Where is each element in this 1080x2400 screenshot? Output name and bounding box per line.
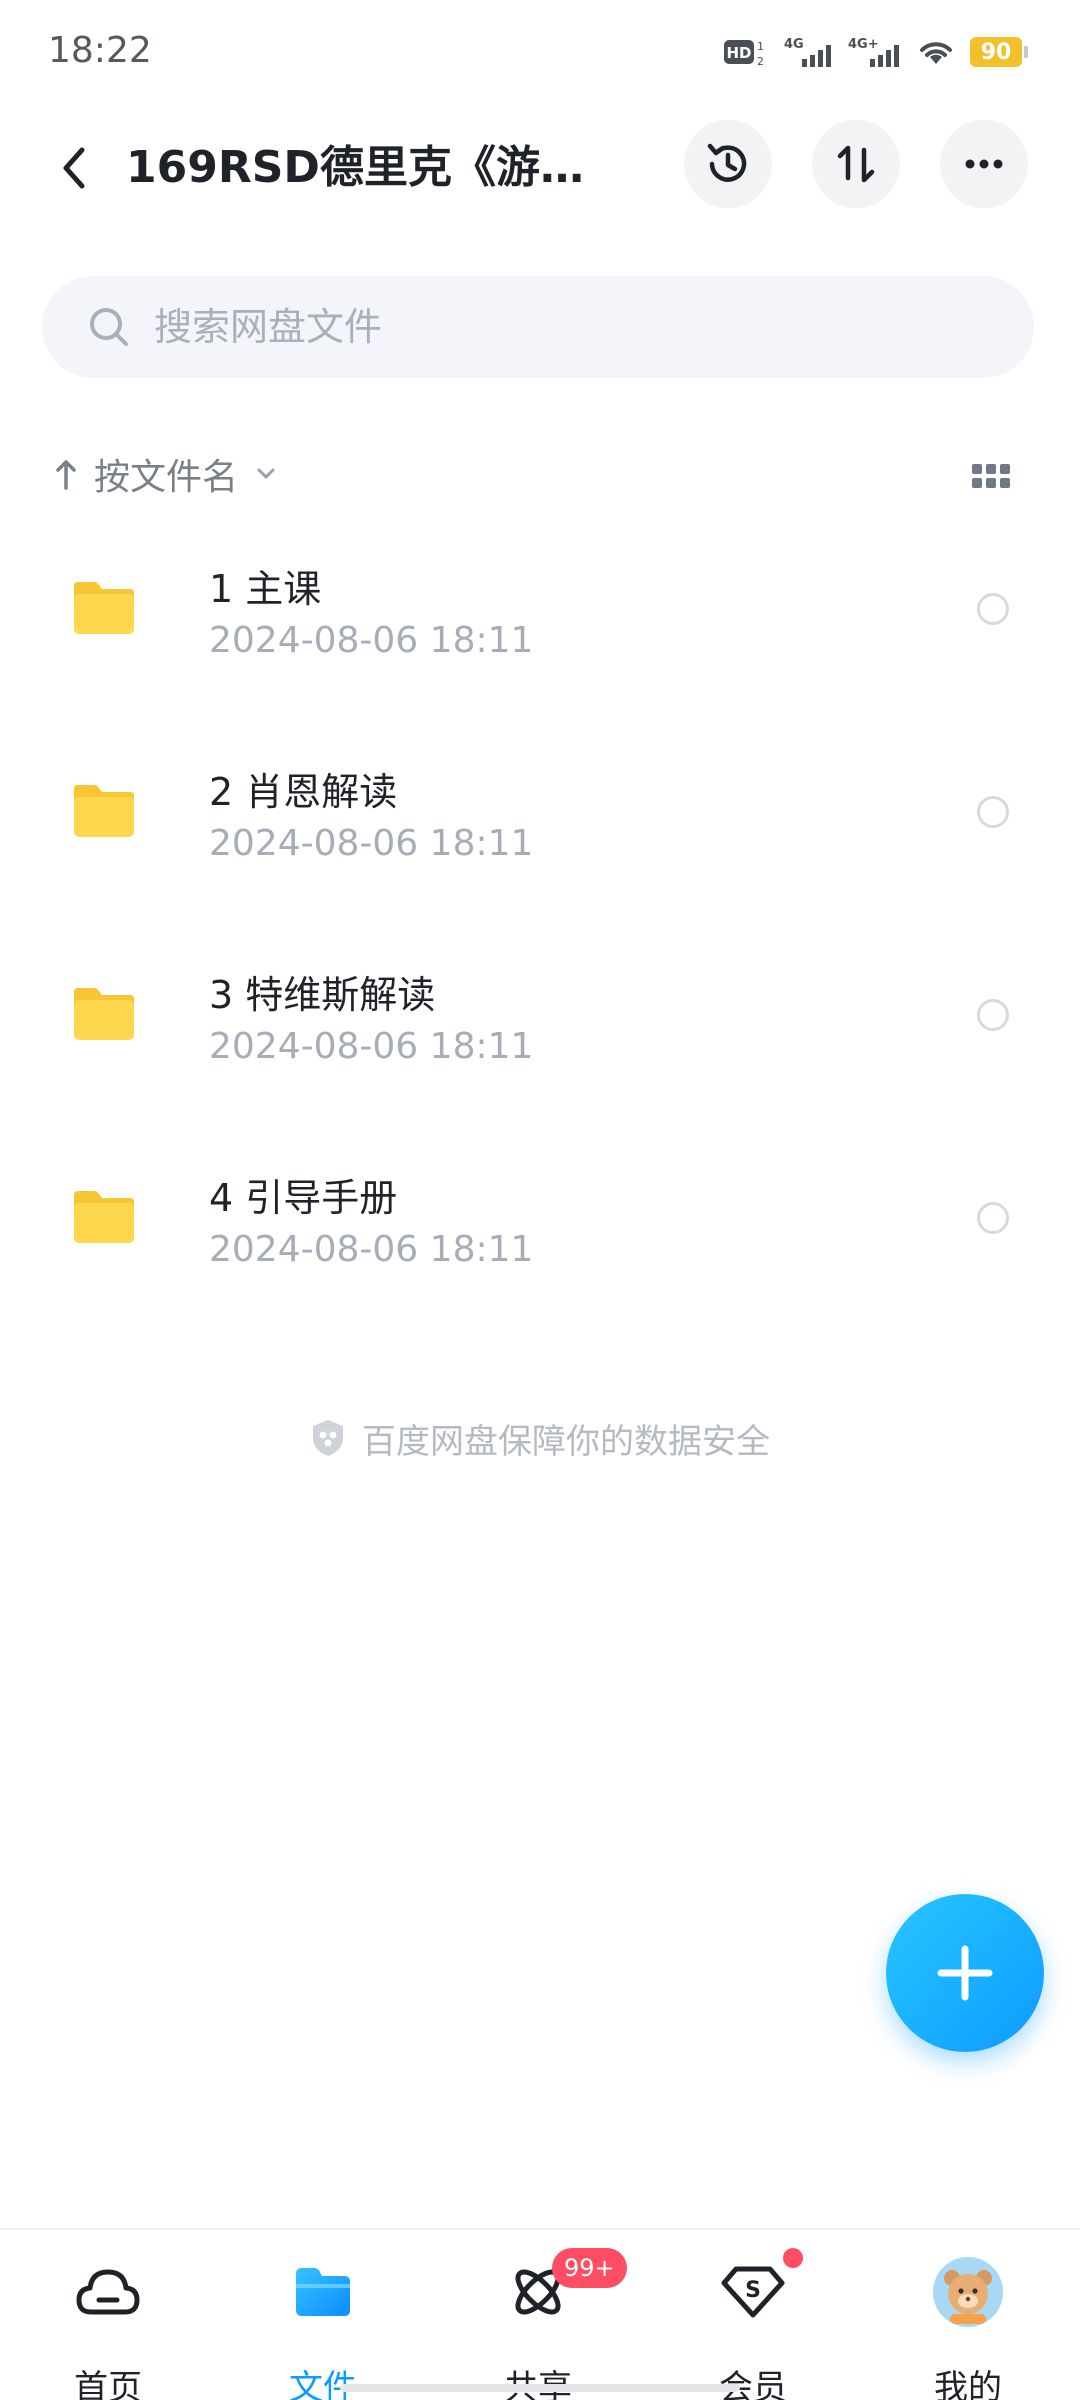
sort-row: 按文件名 [0, 440, 1080, 510]
add-button[interactable] [886, 1894, 1044, 2052]
shield-icon [313, 1420, 343, 1456]
list-item[interactable]: 3 特维斯解读 2024-08-06 18:11 [0, 926, 1080, 1129]
folder-icon [74, 1191, 134, 1243]
back-button[interactable] [44, 138, 104, 198]
nav-label: 文件 [289, 2368, 357, 2400]
transfer-button[interactable] [812, 120, 900, 208]
transfer-icon [837, 145, 875, 183]
bottom-nav: 首页 文件 99+ S 会员 我的 [0, 2228, 1080, 2400]
svg-text:1: 1 [757, 40, 764, 53]
sort-button[interactable]: 按文件名 [54, 446, 278, 502]
grid-view-icon[interactable] [972, 456, 1012, 496]
history-button[interactable] [684, 120, 772, 208]
search-icon [86, 304, 132, 350]
page-title: 169RSD德里克《游… [126, 142, 584, 193]
list-item[interactable]: 1 主课 2024-08-06 18:11 [0, 520, 1080, 723]
select-checkbox[interactable] [977, 796, 1009, 828]
list-item[interactable]: 2 肖恩解读 2024-08-06 18:11 [0, 723, 1080, 926]
signal-sim2-icon: 4G+ [848, 35, 902, 69]
page: 18:22 HD 1 2 4G 4G+ 90 169RSD德里克《游… 搜索网盘… [0, 0, 1080, 2400]
folder-icon [74, 785, 134, 837]
svg-text:4G+: 4G+ [848, 37, 879, 52]
chevron-down-icon [257, 468, 275, 479]
file-list: 1 主课 2024-08-06 18:11 2 肖恩解读 2024-08-06 … [0, 520, 1080, 1332]
nav-item-share[interactable]: 99+ 共享 [468, 2248, 627, 2400]
signal-sim1-icon: 4G [784, 35, 834, 69]
file-name: 1 主课 [209, 567, 322, 611]
plus-icon [937, 1945, 993, 2001]
nav-item-files[interactable]: 文件 [253, 2256, 393, 2400]
file-date: 2024-08-06 18:11 [209, 1026, 534, 1067]
svg-text:2: 2 [757, 55, 764, 68]
file-date: 2024-08-06 18:11 [209, 823, 534, 864]
file-date: 2024-08-06 18:11 [209, 1229, 534, 1270]
nav-item-vip[interactable]: S 会员 [683, 2248, 823, 2400]
vip-diamond-icon: S [717, 2256, 789, 2328]
battery-level: 90 [970, 37, 1022, 67]
chevron-left-icon [63, 147, 85, 189]
svg-text:S: S [745, 2278, 761, 2303]
status-time: 18:22 [48, 30, 152, 71]
sort-arrow-up-icon [56, 460, 76, 490]
select-checkbox[interactable] [977, 999, 1009, 1031]
notification-badge: 99+ [552, 2248, 627, 2288]
svg-text:HD: HD [726, 44, 751, 62]
cloud-icon [72, 2256, 144, 2328]
safety-note: 百度网盘保障你的数据安全 [0, 1413, 1080, 1463]
notification-dot [783, 2248, 803, 2268]
home-indicator [340, 2384, 740, 2392]
search-bar[interactable] [42, 276, 1034, 378]
status-bar: 18:22 HD 1 2 4G 4G+ 90 [0, 0, 1080, 110]
sort-label: 按文件名 [94, 457, 239, 498]
nav-item-home[interactable]: 首页 [38, 2256, 178, 2400]
file-name: 2 肖恩解读 [209, 770, 398, 814]
more-button[interactable] [940, 120, 1028, 208]
status-icons: HD 1 2 4G 4G+ 90 [724, 32, 1028, 72]
avatar-icon [932, 2256, 1004, 2328]
file-name: 3 特维斯解读 [209, 973, 436, 1017]
more-icon [965, 159, 1003, 169]
file-date: 2024-08-06 18:11 [209, 620, 534, 661]
search-input[interactable] [154, 305, 954, 349]
nav-label: 共享 [468, 2360, 608, 2400]
nav-item-me[interactable]: 我的 [898, 2256, 1038, 2400]
list-item[interactable]: 4 引导手册 2024-08-06 18:11 [0, 1129, 1080, 1332]
folder-icon [287, 2256, 359, 2328]
file-name: 4 引导手册 [209, 1176, 398, 1220]
safety-text: 百度网盘保障你的数据安全 [362, 1421, 770, 1462]
history-icon [707, 143, 747, 182]
select-checkbox[interactable] [977, 1202, 1009, 1234]
header: 169RSD德里克《游… [0, 118, 1080, 218]
select-checkbox[interactable] [977, 593, 1009, 625]
wifi-icon [916, 36, 956, 68]
hd-icon: HD 1 2 [724, 36, 770, 68]
svg-text:4G: 4G [784, 37, 804, 52]
nav-label: 首页 [74, 2368, 142, 2400]
nav-label: 会员 [719, 2368, 787, 2400]
folder-icon [74, 582, 134, 634]
folder-icon [74, 988, 134, 1040]
nav-label: 我的 [934, 2368, 1002, 2400]
battery-icon: 90 [970, 37, 1028, 67]
